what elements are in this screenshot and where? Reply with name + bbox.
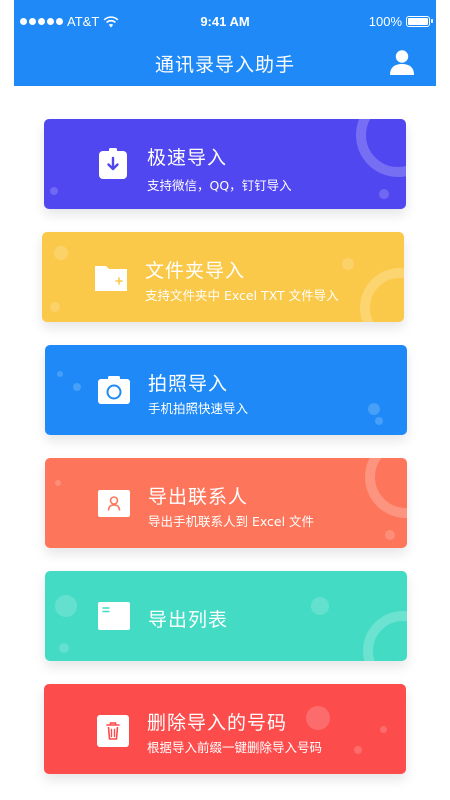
person-icon[interactable] (388, 48, 416, 76)
decor-dot (55, 595, 77, 617)
decor-dot (57, 371, 63, 377)
card-subtitle: 导出手机联系人到 Excel 文件 (148, 514, 315, 529)
camera-icon (98, 376, 130, 404)
decor-ring (360, 268, 404, 322)
list-icon (98, 602, 130, 630)
decor-dot (354, 746, 362, 754)
card-title: 拍照导入 (148, 373, 229, 395)
quick-import-card[interactable]: 极速导入 支持微信，QQ，钉钉导入 (44, 119, 406, 209)
app-header: AT&T 9:41 AM 100% 通讯录导入助手 (14, 0, 436, 86)
battery-icon (406, 16, 433, 27)
card-title: 极速导入 (147, 147, 228, 169)
battery-label: 100% (368, 14, 402, 29)
decor-ring (356, 119, 406, 177)
decor-dot (379, 189, 389, 199)
decor-dot (368, 403, 380, 415)
decor-dot (342, 258, 354, 270)
decor-dot (54, 246, 68, 260)
folder-icon (95, 266, 127, 291)
card-subtitle: 根据导入前缀一键删除导入号码 (147, 740, 323, 755)
export-list-card[interactable]: 导出列表 (45, 571, 407, 661)
decor-dot (73, 383, 81, 391)
decor-dot (375, 417, 383, 425)
card-title: 删除导入的号码 (147, 712, 288, 734)
card-subtitle: 支持微信，QQ，钉钉导入 (147, 178, 292, 193)
decor-dot (50, 302, 60, 312)
decor-dot (385, 530, 395, 540)
status-bar: AT&T 9:41 AM 100% (14, 14, 436, 34)
decor-dot (59, 643, 69, 653)
download-icon (99, 148, 127, 179)
card-subtitle: 手机拍照快速导入 (148, 401, 249, 416)
decor-dot (50, 187, 58, 195)
trash-icon (97, 715, 129, 747)
export-contacts-card[interactable]: 导出联系人 导出手机联系人到 Excel 文件 (45, 458, 407, 548)
contact-card-icon (98, 490, 130, 517)
card-title: 导出列表 (148, 609, 229, 631)
folder-import-card[interactable]: 文件夹导入 支持文件夹中 Excel TXT 文件导入 (42, 232, 404, 322)
status-right: 100% (368, 14, 433, 29)
card-title: 文件夹导入 (145, 260, 246, 282)
photo-import-card[interactable]: 拍照导入 手机拍照快速导入 (45, 345, 407, 435)
decor-dot (311, 597, 329, 615)
page-title: 通讯录导入助手 (154, 54, 295, 76)
delete-imported-card[interactable]: 删除导入的号码 根据导入前缀一键删除导入号码 (44, 684, 406, 774)
card-subtitle: 支持文件夹中 Excel TXT 文件导入 (145, 288, 339, 303)
decor-ring (365, 458, 407, 518)
decor-dot (306, 706, 330, 730)
card-title: 导出联系人 (148, 486, 249, 508)
decor-ring (363, 611, 407, 661)
decor-dot (380, 726, 387, 733)
decor-dot (55, 480, 61, 486)
